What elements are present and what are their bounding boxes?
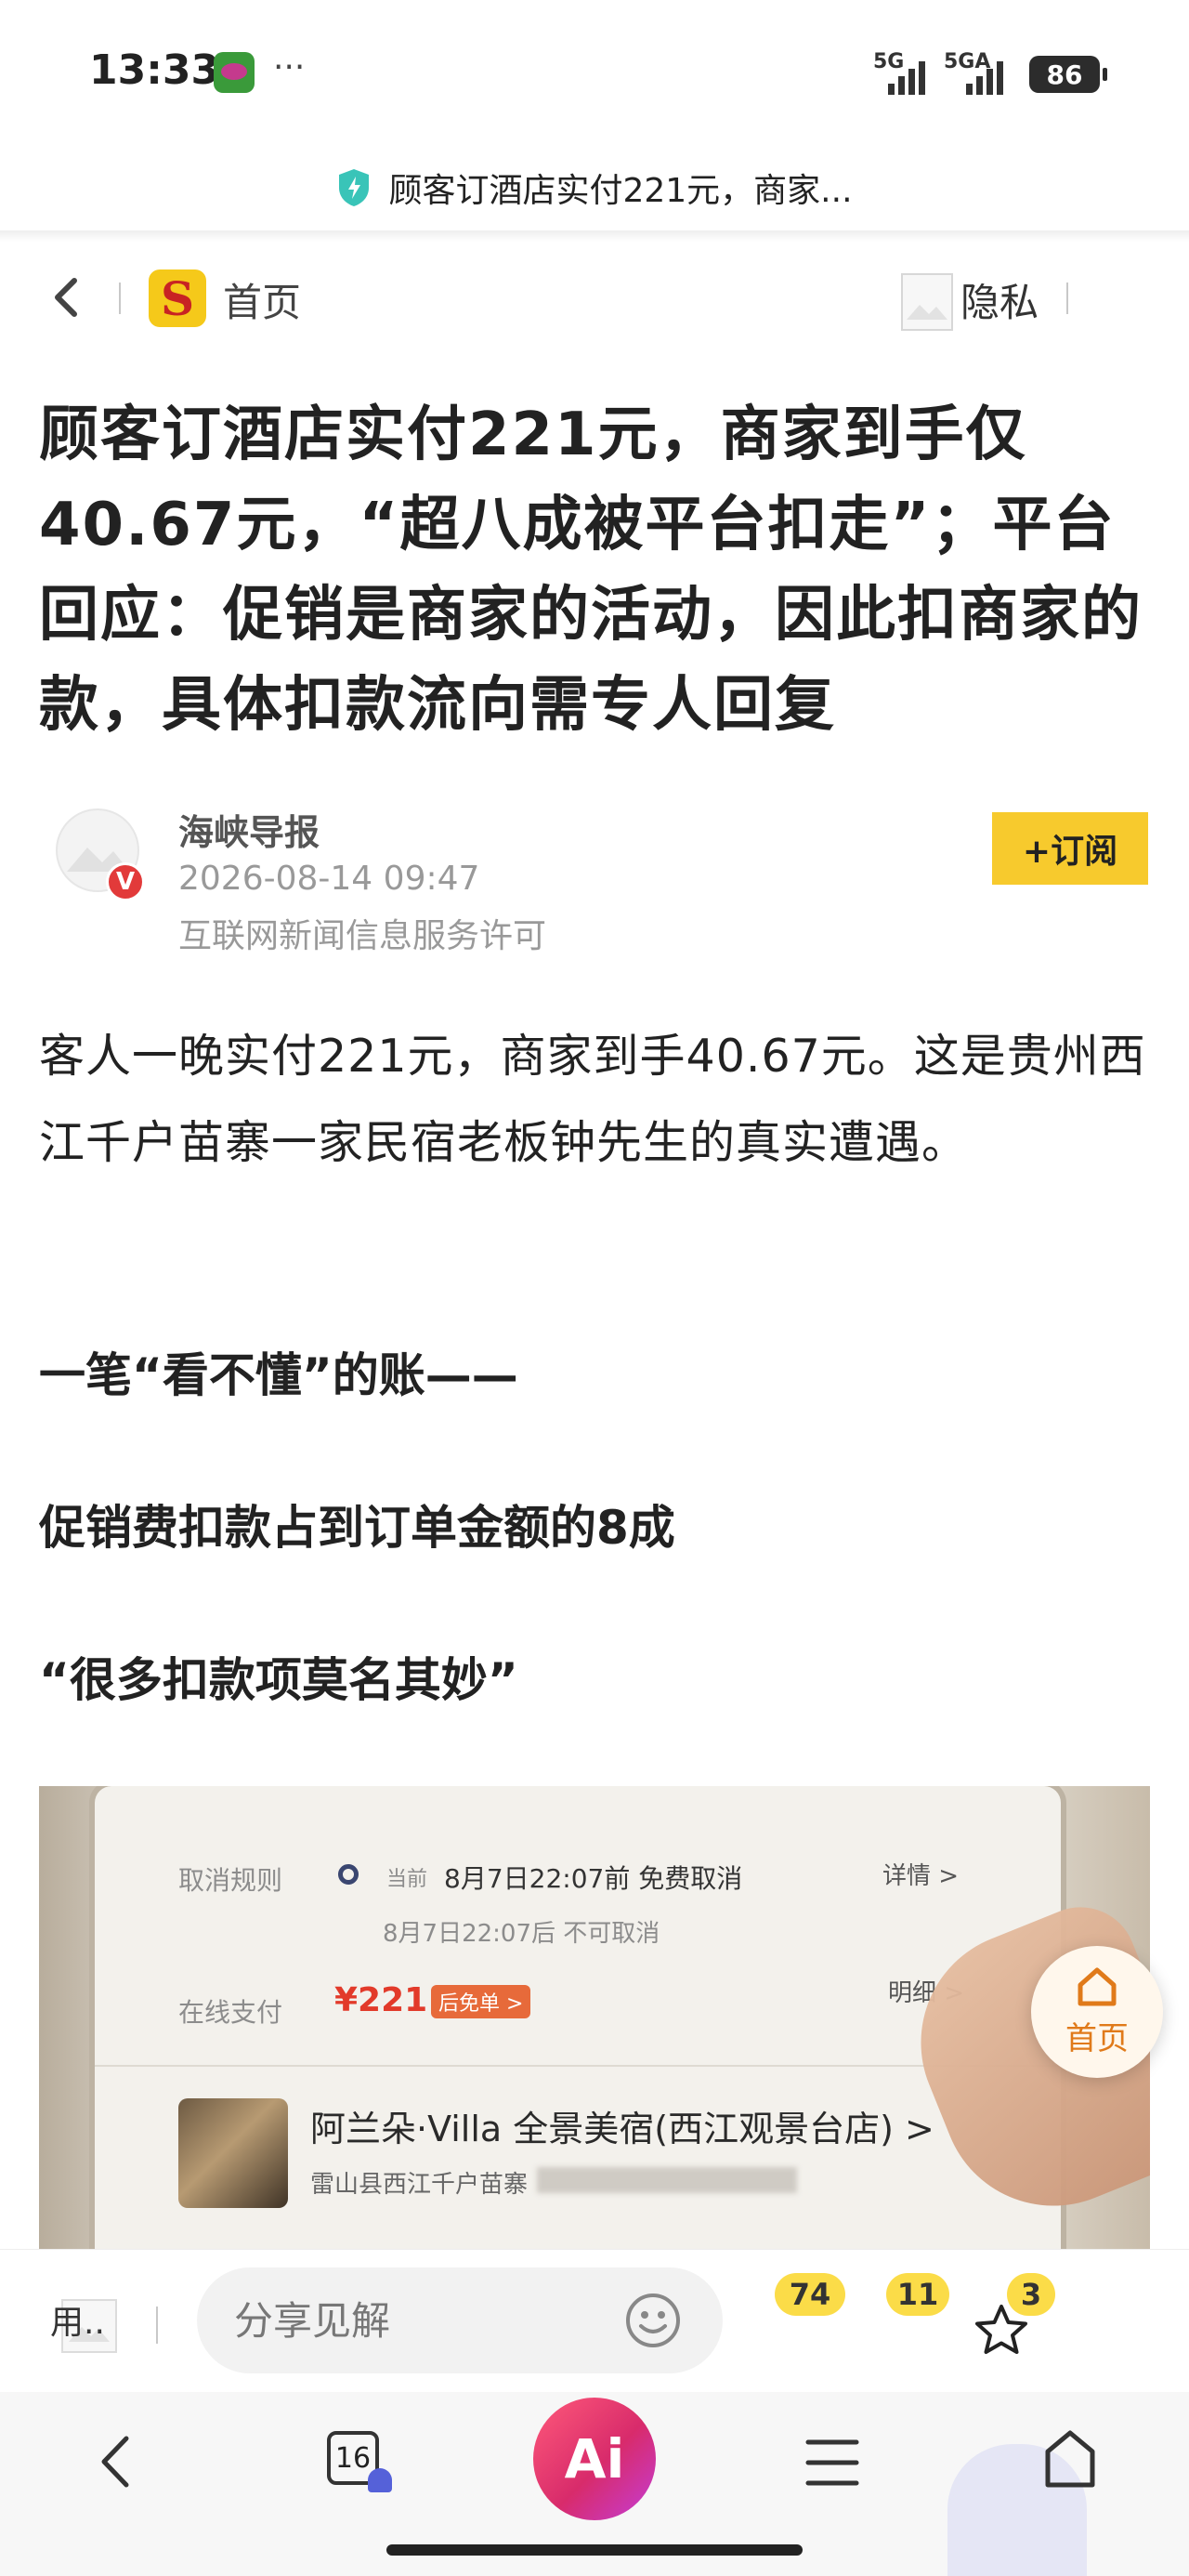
paid-amount: ¥221 [334,1981,428,2019]
photo-divider [95,2065,1061,2067]
like-count-badge: 11 [886,2273,949,2316]
article-paragraph: 客人一晚实付221元，商家到手40.67元。这是贵州西江千户苗寨一家民宿老板钟先… [39,1030,1146,1169]
favorite-action[interactable]: 3 [972,2273,1074,2375]
status-more-indicator: ··· [273,48,306,86]
app-notification-icon [214,52,255,93]
notification-banner[interactable]: 顾客订酒店实付221元，商家... [0,147,1189,229]
license-text[interactable]: 互联网新闻信息服务许可 [178,909,546,957]
ai-assistant-button[interactable]: Ai [533,2398,656,2520]
blurred-address [537,2167,797,2193]
nav-home-link[interactable]: 首页 [223,271,301,328]
privacy-button[interactable]: 隐私 [960,271,1039,328]
author-name[interactable]: 海峡导报 [178,804,320,855]
hotel-address: 雷山县西江千户苗寨 [310,2171,529,2199]
online-pay-label: 在线支付 [178,1997,283,2028]
nav-separator [119,283,121,314]
shield-icon [339,169,370,206]
no-cancel-text: 8月7日22:07后 不可取消 [383,1920,660,1948]
back-arrow-icon[interactable] [46,269,84,325]
signal-bars-icon [888,58,925,95]
menu-icon[interactable] [804,2437,860,2489]
radio-icon [338,1864,359,1885]
floating-home-label: 首页 [1065,2019,1129,2057]
status-time: 13:33 [89,46,220,94]
comment-action[interactable]: 74 [775,2273,845,2375]
hotel-name: 阿兰朵·Villa 全景美宿(西江观景台店) > [310,2109,934,2149]
home-icon [1078,1967,1117,2005]
incognito-ghost-icon [368,2468,392,2492]
nav-back-icon[interactable] [93,2429,139,2494]
article-title: 顾客订酒店实付221元，商家到手仅40.67元，“超八成被平台扣走”；平台回应：… [39,401,1143,740]
article-subheading: 促销费扣款占到订单金额的8成 [39,1501,675,1555]
tabs-button[interactable]: 16 [327,2431,392,2492]
emoji-icon[interactable] [624,2292,682,2349]
like-action[interactable]: 11 [886,2273,949,2375]
free-cancel-text: 8月7日22:07前 免费取消 [444,1863,743,1894]
nav-separator-right [1066,283,1068,314]
publish-date: 2026-08-14 09:47 [178,860,480,898]
article-subheading: “很多扣款项莫名其妙” [39,1653,518,1707]
home-nav-icon[interactable] [1042,2427,1098,2491]
star-icon [975,2305,1027,2354]
home-indicator[interactable] [386,2544,803,2556]
broken-image-icon [901,273,953,331]
details-link: 详情 > [882,1862,960,1890]
user-label[interactable]: 用.. [50,2295,105,2344]
comment-separator [156,2307,158,2344]
signal-bars-icon-2 [966,58,1003,95]
verified-badge-icon: V [106,862,145,901]
app-logo-icon[interactable]: S [149,269,206,327]
current-label: 当前 [386,1868,428,1891]
article-subheading: 一笔“看不懂”的账—— [39,1348,518,1402]
cancel-rule-label: 取消规则 [178,1865,283,1896]
header-divider [0,230,1189,242]
comment-count-badge: 74 [775,2273,845,2316]
battery-icon: 86 [1029,56,1107,93]
free-order-tag: 后免单 > [431,1985,531,2018]
notification-text: 顾客订酒店实付221元，商家... [388,172,853,210]
battery-level: 86 [1046,59,1083,90]
article-photo[interactable]: 取消规则 当前 8月7日22:07前 免费取消 详情 > 8月7日22:07后 … [39,1786,1150,2251]
floating-home-button[interactable]: 首页 [1031,1946,1163,2078]
subscribe-button[interactable]: +订阅 [992,812,1148,885]
hotel-thumbnail [178,2098,288,2208]
